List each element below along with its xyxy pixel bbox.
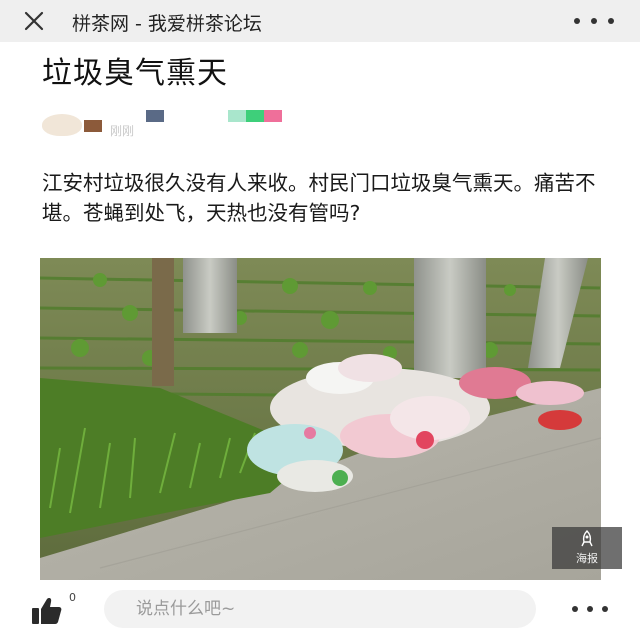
post-photo[interactable] [40, 258, 601, 580]
dot-icon [602, 606, 608, 612]
top-navbar: 栟茶网 - 我爱栟茶论坛 [0, 0, 640, 42]
mosaic-block [84, 120, 102, 132]
dot-icon [587, 606, 593, 612]
author-avatar[interactable] [42, 114, 82, 136]
poster-button[interactable]: 海报 [552, 527, 622, 569]
like-count: 0 [69, 591, 76, 604]
dot-icon [608, 18, 614, 24]
more-menu-button[interactable] [574, 13, 614, 29]
thumbs-up-icon [32, 598, 62, 624]
mosaic-block [228, 110, 246, 122]
poster-label: 海报 [576, 552, 598, 565]
post-time: 刚刚 [110, 124, 135, 138]
post-body-text: 江安村垃圾很久没有人来收。村民门口垃圾臭气熏天。痛苦不堪。苍蝇到处飞，天热也没有… [42, 171, 596, 225]
page-title: 栟茶网 - 我爱栟茶论坛 [72, 13, 262, 35]
mosaic-block [264, 110, 282, 122]
more-options-button[interactable] [572, 603, 608, 615]
comment-input[interactable] [104, 590, 536, 628]
post-title: 垃圾臭气熏天 [42, 56, 228, 91]
bottom-action-bar: 0 [0, 588, 640, 640]
rocket-icon [581, 530, 593, 547]
mosaic-block [146, 110, 164, 122]
mosaic-block [246, 110, 264, 122]
dot-icon [574, 18, 580, 24]
dot-icon [591, 18, 597, 24]
post-meta: 刚刚 [40, 106, 340, 140]
dot-icon [572, 606, 578, 612]
close-icon[interactable] [20, 8, 48, 34]
like-button[interactable] [30, 596, 68, 626]
